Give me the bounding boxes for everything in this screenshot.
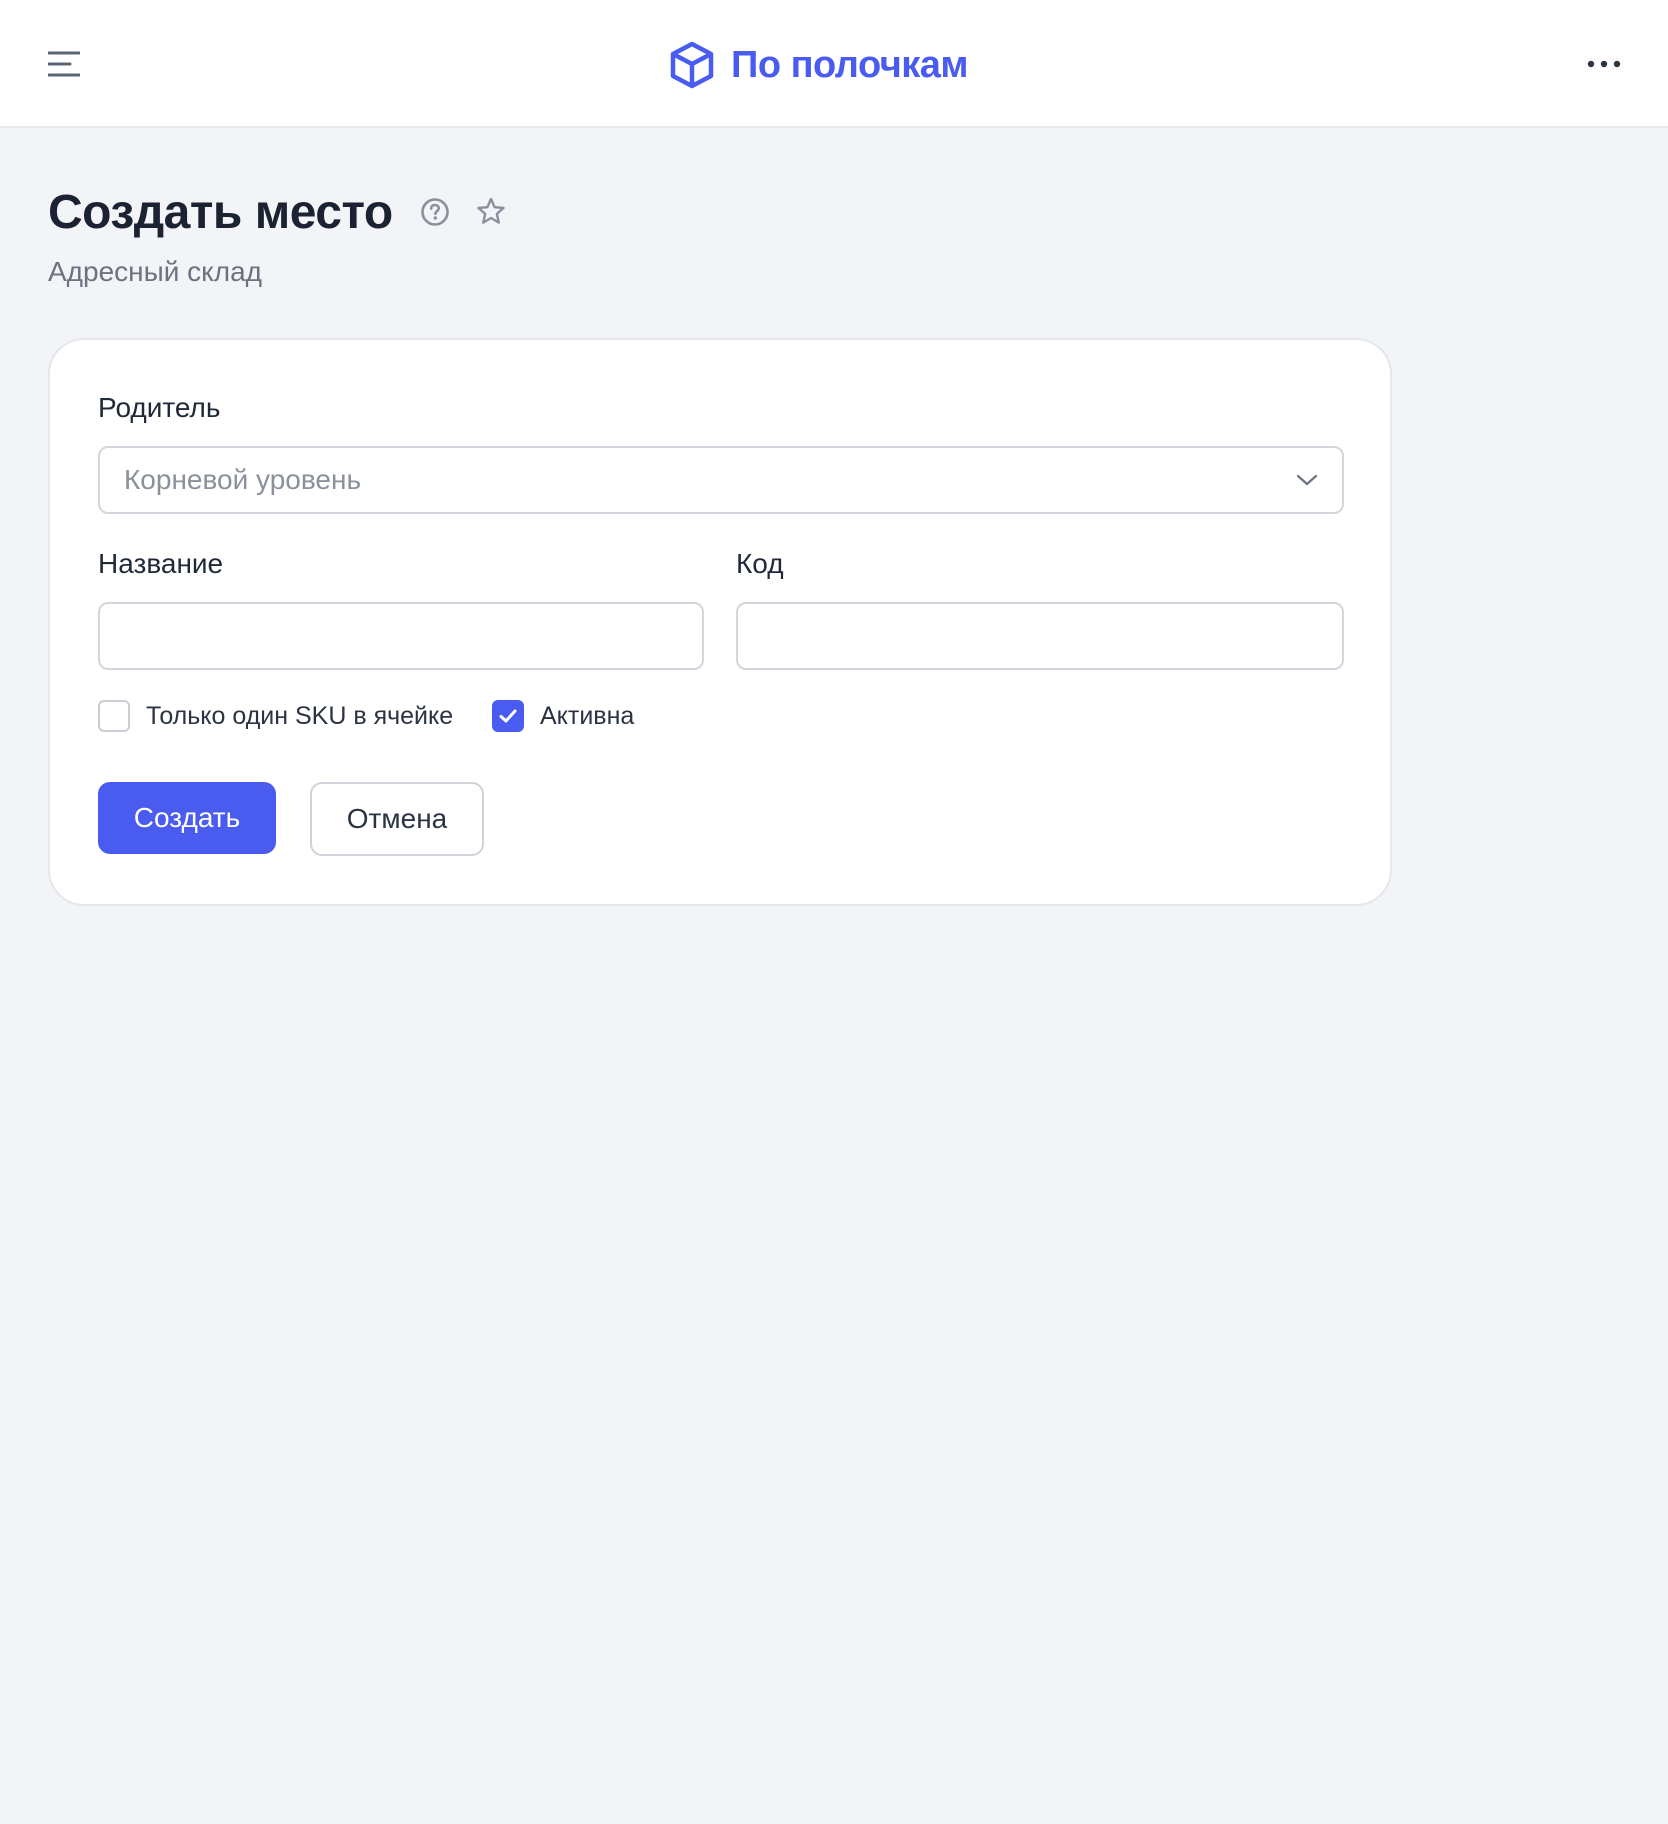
more-options-button[interactable] — [1580, 40, 1628, 88]
brand-name: По полочкам — [731, 43, 969, 86]
chevron-down-icon — [1296, 474, 1318, 486]
title-row: Создать место — [48, 180, 509, 244]
favorite-button[interactable] — [473, 194, 509, 230]
active-option[interactable]: Активна — [492, 700, 634, 732]
checkmark-icon — [499, 709, 517, 723]
page-title: Создать место — [48, 185, 393, 239]
single-sku-checkbox[interactable] — [98, 700, 130, 732]
star-icon — [476, 197, 505, 224]
parent-select-value: Корневой уровень — [124, 464, 362, 495]
code-label: Код — [736, 548, 784, 579]
name-input[interactable] — [98, 602, 704, 670]
page-subtitle: Адресный склад — [48, 256, 262, 287]
help-circle-icon — [420, 198, 449, 226]
brand-logo[interactable]: По полочкам — [667, 38, 969, 92]
help-button[interactable] — [417, 194, 453, 230]
active-label: Активна — [540, 701, 635, 730]
name-label: Название — [98, 548, 224, 579]
page-header: Создать место Адресный склад — [48, 180, 509, 288]
hamburger-menu-icon — [48, 51, 80, 77]
menu-button[interactable] — [40, 40, 88, 88]
cancel-button[interactable]: Отмена — [310, 782, 484, 856]
code-input[interactable] — [736, 602, 1344, 670]
single-sku-option[interactable]: Только один SKU в ячейке — [98, 700, 453, 732]
active-checkbox[interactable] — [492, 700, 524, 732]
single-sku-label: Только один SKU в ячейке — [146, 701, 454, 730]
parent-label: Родитель — [98, 392, 221, 423]
parent-select[interactable]: Корневой уровень — [98, 446, 1344, 514]
cube-icon — [670, 41, 714, 89]
more-horizontal-icon — [1587, 60, 1621, 68]
create-button[interactable]: Создать — [98, 782, 276, 854]
create-place-form: Родитель Корневой уровень Название Код Т… — [48, 338, 1392, 906]
top-bar: По полочкам — [0, 0, 1668, 128]
